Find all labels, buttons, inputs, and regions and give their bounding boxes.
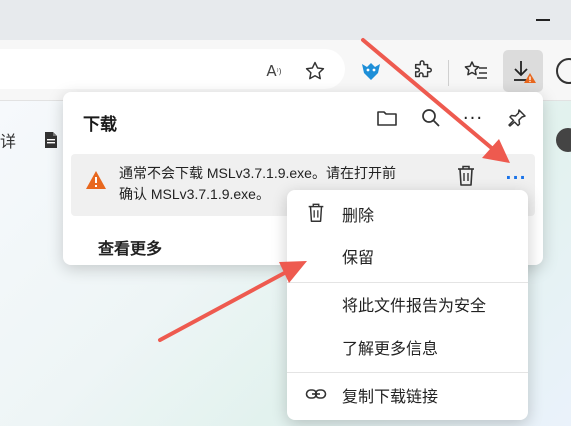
- see-more-link[interactable]: 查看更多: [98, 235, 162, 259]
- address-bar[interactable]: [0, 49, 345, 89]
- extensions-puzzle-icon[interactable]: [410, 58, 436, 84]
- more-options-icon[interactable]: ···: [461, 106, 485, 130]
- trash-icon: [305, 202, 327, 224]
- menu-item-keep[interactable]: 保留: [287, 235, 528, 275]
- page-text-fragment: 详: [0, 132, 17, 151]
- menu-item-report-safe[interactable]: 将此文件报告为安全: [287, 283, 528, 323]
- link-icon: [305, 383, 327, 405]
- downloads-button[interactable]: [503, 50, 543, 92]
- toolbar-divider: [448, 60, 449, 86]
- search-icon[interactable]: [419, 106, 443, 130]
- read-aloud-icon[interactable]: A ⁾): [262, 62, 286, 80]
- favorites-icon[interactable]: [462, 58, 490, 84]
- open-folder-icon[interactable]: [375, 106, 399, 130]
- menu-item-label: 保留: [342, 248, 375, 267]
- warning-icon: [85, 170, 107, 190]
- menu-item-delete[interactable]: 删除: [287, 193, 528, 233]
- minimize-button[interactable]: [536, 19, 550, 21]
- read-aloud-glyph: A: [266, 62, 277, 80]
- extension-icon[interactable]: [358, 58, 384, 84]
- menu-divider: [287, 372, 528, 373]
- menu-item-label: 将此文件报告为安全: [342, 296, 487, 315]
- menu-item-copy-link[interactable]: 复制下载链接: [287, 374, 528, 414]
- menu-item-label: 了解更多信息: [342, 339, 439, 358]
- delete-item-icon[interactable]: [455, 164, 477, 188]
- menu-item-label: 复制下载链接: [342, 387, 439, 406]
- downloads-title: 下载: [83, 115, 117, 135]
- context-menu: 删除 保留 将此文件报告为安全 了解更多信息 复制下载链接: [287, 190, 528, 420]
- pin-icon[interactable]: [505, 106, 529, 130]
- favorite-star-icon[interactable]: [302, 58, 328, 84]
- title-bar: [0, 0, 571, 40]
- item-more-options-button[interactable]: ···: [501, 162, 531, 192]
- document-icon: [44, 131, 58, 149]
- menu-item-label: 删除: [342, 206, 375, 225]
- read-aloud-wave: ⁾): [276, 66, 282, 76]
- download-icon: [514, 61, 536, 83]
- menu-item-learn-more[interactable]: 了解更多信息: [287, 326, 528, 366]
